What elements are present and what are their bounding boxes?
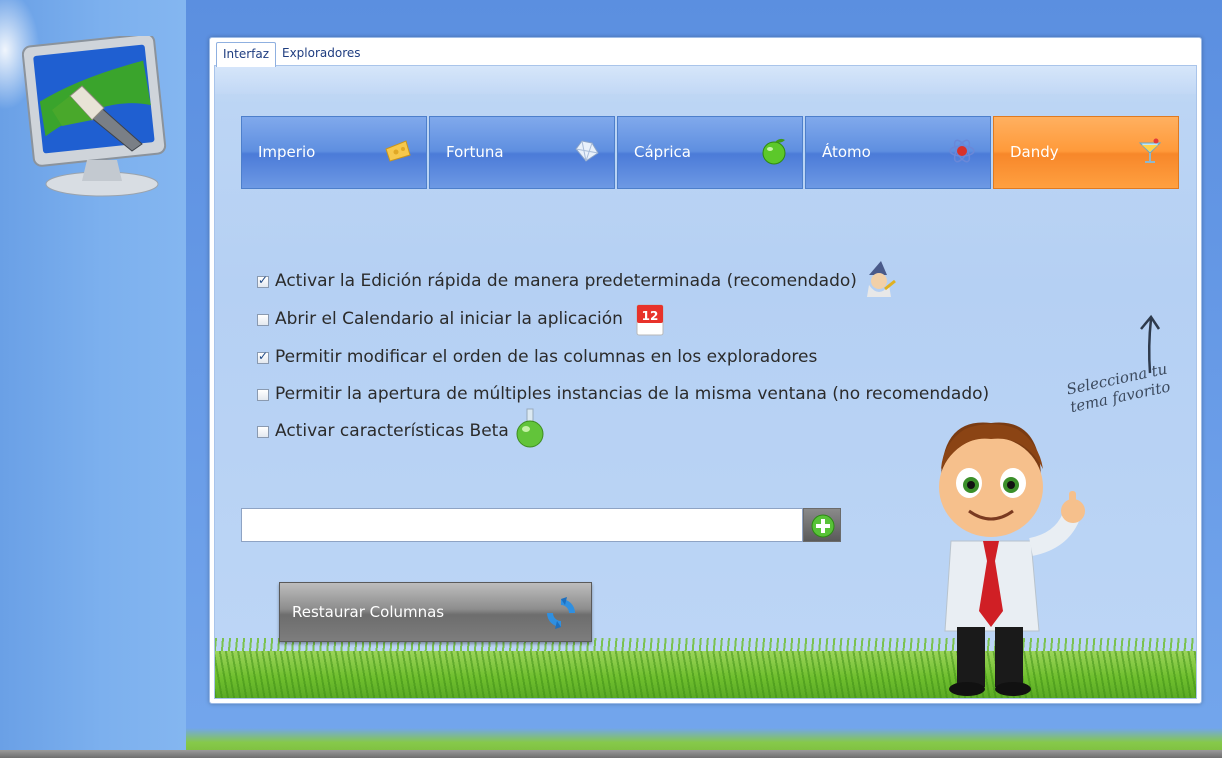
calendar-icon: 12: [636, 304, 664, 336]
sidebar: [0, 0, 186, 750]
theme-button-atomo[interactable]: Átomo: [805, 116, 991, 189]
theme-button-fortuna[interactable]: Fortuna: [429, 116, 615, 189]
theme-label: Átomo: [822, 143, 871, 161]
mascot-character: [939, 422, 1085, 696]
tab-exploradores[interactable]: Exploradores: [276, 42, 367, 65]
cocktail-icon: [1138, 138, 1162, 163]
option-label: Abrir el Calendario al iniciar la aplica…: [275, 309, 623, 329]
wizard-icon: [867, 261, 896, 297]
theme-button-caprica[interactable]: Cáprica: [617, 116, 803, 189]
column-name-input[interactable]: [241, 508, 803, 542]
theme-label: Fortuna: [446, 143, 504, 161]
option-label: Permitir la apertura de múltiples instan…: [275, 384, 990, 404]
theme-selector: Imperio Fortuna Cáprica Átomo Dandy: [241, 116, 1179, 191]
option-label: Permitir modificar el orden de las colum…: [275, 347, 818, 367]
refresh-icon: [547, 597, 575, 629]
multiple-instances-checkbox[interactable]: [257, 389, 269, 401]
plus-circle-icon: [811, 514, 835, 538]
open-calendar-checkbox[interactable]: [257, 314, 269, 326]
calendar-day: 12: [642, 309, 659, 323]
bottom-grass-strip: [186, 728, 1222, 752]
tab-interfaz[interactable]: Interfaz: [216, 42, 277, 67]
settings-panel: Interfaz Exploradores Imperio Fortuna Cá…: [209, 37, 1202, 704]
apple-icon: [762, 138, 786, 165]
option-label: Activar características Beta: [275, 421, 509, 441]
atom-icon: [949, 139, 975, 163]
cheese-icon: [385, 140, 411, 162]
theme-button-dandy[interactable]: Dandy: [993, 116, 1179, 189]
theme-button-imperio[interactable]: Imperio: [241, 116, 427, 189]
quick-edit-checkbox[interactable]: [257, 273, 269, 288]
tab-content: Imperio Fortuna Cáprica Átomo Dandy ✓ Ac…: [214, 65, 1197, 699]
column-order-checkbox[interactable]: [257, 349, 269, 364]
add-column-button[interactable]: [803, 508, 841, 542]
restore-columns-label: Restaurar Columnas: [292, 603, 445, 621]
status-bar: [0, 750, 1222, 758]
theme-hint-text: Selecciona tu tema favorito: [1065, 352, 1196, 417]
option-label: Activar la Edición rápida de manera pred…: [275, 271, 857, 291]
theme-label: Dandy: [1010, 143, 1059, 161]
theme-label: Imperio: [258, 143, 316, 161]
content-header-band: [215, 66, 1196, 94]
monitor-paintbrush-icon: [22, 36, 167, 197]
theme-label: Cáprica: [634, 143, 691, 161]
diamond-icon: [575, 140, 599, 162]
restore-columns-button[interactable]: Restaurar Columnas: [279, 582, 592, 642]
beta-checkbox[interactable]: [257, 426, 269, 438]
flask-icon: [516, 408, 544, 448]
